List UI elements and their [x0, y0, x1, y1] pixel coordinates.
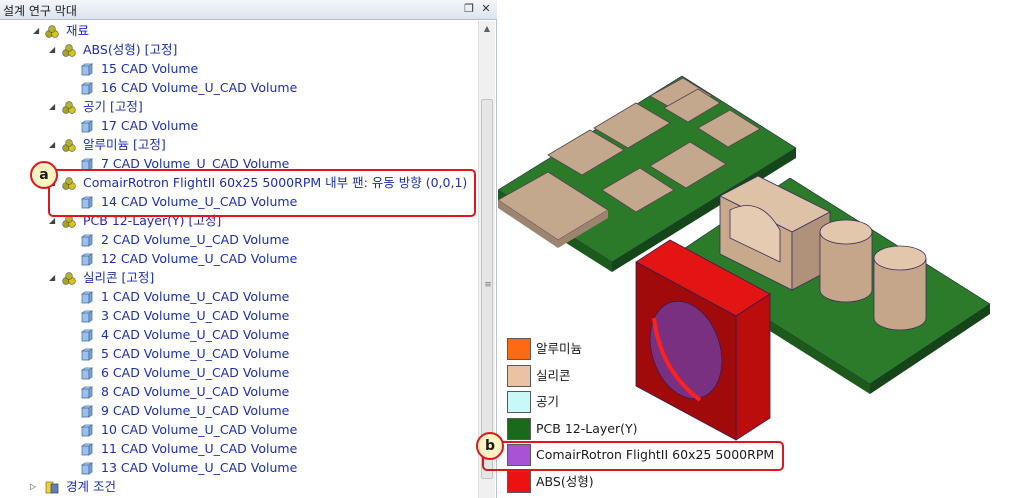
scroll-up-arrow[interactable]: ▲	[479, 21, 495, 37]
tree-item-label: 6 CAD Volume_U_CAD Volume	[101, 365, 290, 380]
tree-node-material-group[interactable]: ◢ 공기 [고정]	[0, 97, 478, 116]
tree-node-material-group[interactable]: ◢ 알루미늄 [고정]	[0, 135, 478, 154]
tree-node-volume[interactable]: 3 CAD Volume_U_CAD Volume	[0, 306, 478, 325]
tree-node-volume[interactable]: 16 CAD Volume_U_CAD Volume	[0, 78, 478, 97]
legend-label: 실리콘	[536, 367, 571, 383]
tree-item-label: 16 CAD Volume_U_CAD Volume	[101, 80, 298, 95]
legend-swatch	[507, 338, 531, 360]
legend-swatch	[507, 470, 531, 493]
expand-arrow-icon[interactable]: ◢	[49, 268, 59, 287]
volume-icon	[80, 309, 94, 323]
material-icon	[62, 138, 76, 152]
tree-item-label: 5 CAD Volume_U_CAD Volume	[101, 346, 290, 361]
vertical-scrollbar[interactable]: ▲ ≡	[478, 21, 495, 498]
legend-swatch	[507, 391, 531, 413]
tree-node-volume[interactable]: 12 CAD Volume_U_CAD Volume	[0, 249, 478, 268]
callout-badge-b: b	[476, 432, 504, 460]
tree-item-label: 13 CAD Volume_U_CAD Volume	[101, 460, 298, 475]
volume-icon	[80, 442, 94, 456]
legend-label: 공기	[536, 394, 560, 409]
tree-item-label: 15 CAD Volume	[101, 61, 199, 76]
panel-titlebar: 설계 연구 막대 ❐ ✕	[0, 0, 497, 20]
expand-arrow-icon[interactable]: ◢	[49, 97, 59, 116]
tree-node-volume[interactable]: 15 CAD Volume	[0, 59, 478, 78]
material-icon	[62, 43, 76, 57]
callout-box-a	[48, 169, 476, 217]
volume-icon	[80, 461, 94, 475]
tree-item-label: 재료	[66, 23, 90, 38]
panel-title: 설계 연구 막대	[3, 4, 77, 18]
pin-icon[interactable]: ❐	[462, 2, 476, 16]
tree-item-label: 공기 [고정]	[83, 99, 143, 114]
tree-item-label: ABS(성형) [고정]	[83, 42, 178, 57]
expand-arrow-icon[interactable]: ◢	[49, 135, 59, 154]
tree-node-materials[interactable]: ◢ 재료	[0, 21, 478, 40]
tree-node-volume[interactable]: 2 CAD Volume_U_CAD Volume	[0, 230, 478, 249]
volume-icon	[80, 290, 94, 304]
callout-badge-a: a	[30, 161, 58, 189]
tree-item-label: 4 CAD Volume_U_CAD Volume	[101, 327, 290, 342]
design-study-panel: 설계 연구 막대 ❐ ✕ ◢ 재료 ◢ ABS(성형) [고정] 15 CAD Volu…	[0, 0, 497, 498]
tree-item-label: 11 CAD Volume_U_CAD Volume	[101, 441, 298, 456]
tree-node-volume[interactable]: 10 CAD Volume_U_CAD Volume	[0, 420, 478, 439]
material-icon	[45, 24, 59, 38]
tree-node-volume[interactable]: 1 CAD Volume_U_CAD Volume	[0, 287, 478, 306]
material-tree: ◢ 재료 ◢ ABS(성형) [고정] 15 CAD Volume 16 CAD Volu…	[0, 21, 478, 498]
tree-node-volume[interactable]: 9 CAD Volume_U_CAD Volume	[0, 401, 478, 420]
tree-node-volume[interactable]: 8 CAD Volume_U_CAD Volume	[0, 382, 478, 401]
tree-item-label: 8 CAD Volume_U_CAD Volume	[101, 384, 290, 399]
tree-node-volume[interactable]: 6 CAD Volume_U_CAD Volume	[0, 363, 478, 382]
tree-node-volume[interactable]: 5 CAD Volume_U_CAD Volume	[0, 344, 478, 363]
material-icon	[62, 100, 76, 114]
tree-item-label: 알루미늄 [고정]	[83, 137, 166, 152]
legend-label: 알루미늄	[536, 341, 583, 356]
tree-node-volume[interactable]: 13 CAD Volume_U_CAD Volume	[0, 458, 478, 477]
material-icon	[62, 271, 76, 285]
tree-item-label: 10 CAD Volume_U_CAD Volume	[101, 422, 298, 437]
expand-arrow-icon[interactable]: ◢	[49, 40, 59, 59]
tree-item-label: 경계 조건	[66, 479, 116, 494]
legend-label: ABS(성형)	[536, 473, 594, 489]
tree-item-label: 9 CAD Volume_U_CAD Volume	[101, 403, 290, 418]
legend-swatch	[507, 417, 531, 440]
tree-item-label: 17 CAD Volume	[101, 118, 199, 133]
tree-item-label: 3 CAD Volume_U_CAD Volume	[101, 308, 290, 323]
volume-icon	[80, 385, 94, 399]
legend-swatch	[507, 364, 531, 387]
tree-node-volume[interactable]: 4 CAD Volume_U_CAD Volume	[0, 325, 478, 344]
boundary-icon	[45, 480, 59, 494]
volume-icon	[80, 233, 94, 247]
tree-node-material-group[interactable]: ◢ ABS(성형) [고정]	[0, 40, 478, 59]
volume-icon	[80, 81, 94, 95]
callout-box-b	[482, 441, 784, 471]
tree-item-label: 실리콘 [고정]	[83, 270, 155, 285]
tree-node-boundary-conditions[interactable]: ▷ 경계 조건	[0, 477, 478, 496]
volume-icon	[80, 62, 94, 76]
volume-icon	[80, 328, 94, 342]
tree-item-label: 12 CAD Volume_U_CAD Volume	[101, 251, 298, 266]
volume-icon	[80, 119, 94, 133]
close-icon[interactable]: ✕	[479, 2, 493, 16]
volume-icon	[80, 404, 94, 418]
volume-icon	[80, 252, 94, 266]
tree-node-material-group[interactable]: ◢ 실리콘 [고정]	[0, 268, 478, 287]
volume-icon	[80, 423, 94, 437]
tree-item-label: 1 CAD Volume_U_CAD Volume	[101, 289, 290, 304]
tree-node-volume[interactable]: 17 CAD Volume	[0, 116, 478, 135]
volume-icon	[80, 366, 94, 380]
collapse-arrow-icon[interactable]: ▷	[30, 477, 40, 496]
volume-icon	[80, 347, 94, 361]
scroll-thumb[interactable]: ≡	[481, 99, 493, 479]
legend-label: PCB 12-Layer(Y)	[536, 420, 638, 436]
tree-node-volume[interactable]: 11 CAD Volume_U_CAD Volume	[0, 439, 478, 458]
expand-arrow-icon[interactable]: ◢	[33, 21, 43, 40]
scroll-grip-icon: ≡	[484, 280, 492, 290]
tree-item-label: 2 CAD Volume_U_CAD Volume	[101, 232, 290, 247]
